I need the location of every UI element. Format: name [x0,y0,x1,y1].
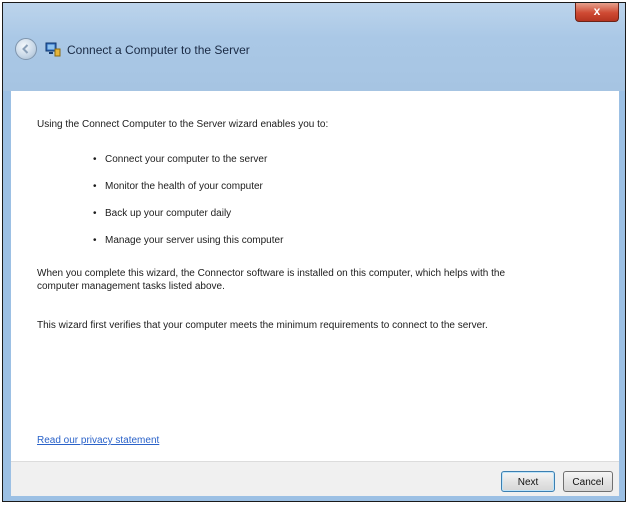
feature-list: Connect your computer to the server Moni… [93,153,283,261]
next-button[interactable]: Next [501,471,555,492]
list-item: Monitor the health of your computer [93,180,283,207]
list-item: Manage your server using this computer [93,234,283,261]
intro-text: Using the Connect Computer to the Server… [37,119,329,130]
close-button[interactable]: x [575,3,619,22]
title-bar: x Connect a Computer to the Server [3,3,625,91]
list-item: Back up your computer daily [93,207,283,234]
connector-app-icon [45,42,61,57]
wizard-window: x Connect a Computer to the Server Using… [2,2,626,502]
cancel-button[interactable]: Cancel [563,471,613,492]
button-bar: Next Cancel [11,461,619,496]
back-button[interactable] [15,38,37,60]
requirements-paragraph: This wizard first verifies that your com… [37,320,488,331]
window-title: Connect a Computer to the Server [67,43,250,57]
close-icon: x [593,4,601,18]
completion-paragraph: When you complete this wizard, the Conne… [37,268,506,292]
list-item: Connect your computer to the server [93,153,283,180]
wizard-content: Using the Connect Computer to the Server… [11,91,619,461]
privacy-statement-link[interactable]: Read our privacy statement [37,435,159,446]
back-arrow-icon [22,44,29,54]
